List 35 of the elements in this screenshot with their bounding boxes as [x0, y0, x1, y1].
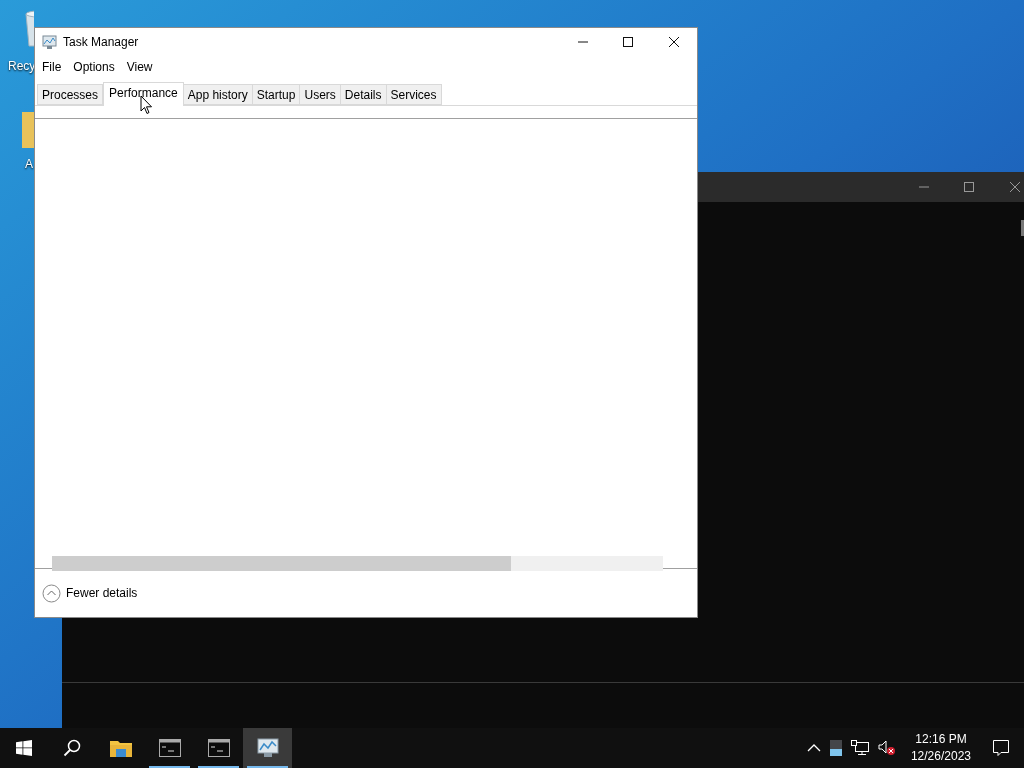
close-icon[interactable]: [668, 36, 680, 48]
mouse-pointer-icon: [140, 95, 153, 115]
notification-icon[interactable]: [992, 739, 1010, 757]
chevron-up-icon[interactable]: [806, 743, 821, 753]
window-title: Task Manager: [63, 34, 139, 51]
tab[interactable]: Startup: [251, 84, 301, 105]
network-icon[interactable]: [850, 740, 869, 756]
maximize-icon[interactable]: [622, 36, 634, 48]
folder-icon: [109, 739, 132, 757]
monitor-chart-icon: [255, 737, 280, 759]
tab[interactable]: Details: [339, 84, 387, 105]
terminal-icon: [158, 739, 181, 757]
scrollbar-thumb[interactable]: [1021, 220, 1024, 236]
speaker-muted-icon[interactable]: [877, 740, 896, 756]
tab[interactable]: Processes: [37, 84, 104, 105]
tab[interactable]: App history: [182, 84, 253, 105]
tab[interactable]: Users: [299, 84, 341, 105]
terminal-icon: [207, 739, 230, 757]
fewer-details-button[interactable]: Fewer details: [42, 583, 138, 603]
menu-item[interactable]: Options: [67, 58, 121, 76]
tab[interactable]: Performance: [103, 82, 184, 106]
windows-logo-icon: [16, 740, 32, 756]
clock[interactable]: 12:16 PM 12/26/2023: [904, 731, 977, 765]
chevron-up-icon: [42, 583, 61, 603]
app-icon: [42, 34, 58, 50]
tab[interactable]: Services: [385, 84, 442, 105]
battery-icon[interactable]: [829, 740, 842, 756]
taskbar-app-button[interactable]: [243, 728, 292, 768]
desktop-icon-label: A: [25, 157, 33, 171]
horizontal-scrollbar[interactable]: [52, 556, 663, 571]
menu-item[interactable]: File: [36, 58, 68, 76]
search-icon: [63, 739, 81, 757]
desktop-icon-label: Recy: [8, 59, 36, 73]
menu-item[interactable]: View: [120, 58, 159, 76]
scrollbar-thumb[interactable]: [52, 556, 511, 571]
